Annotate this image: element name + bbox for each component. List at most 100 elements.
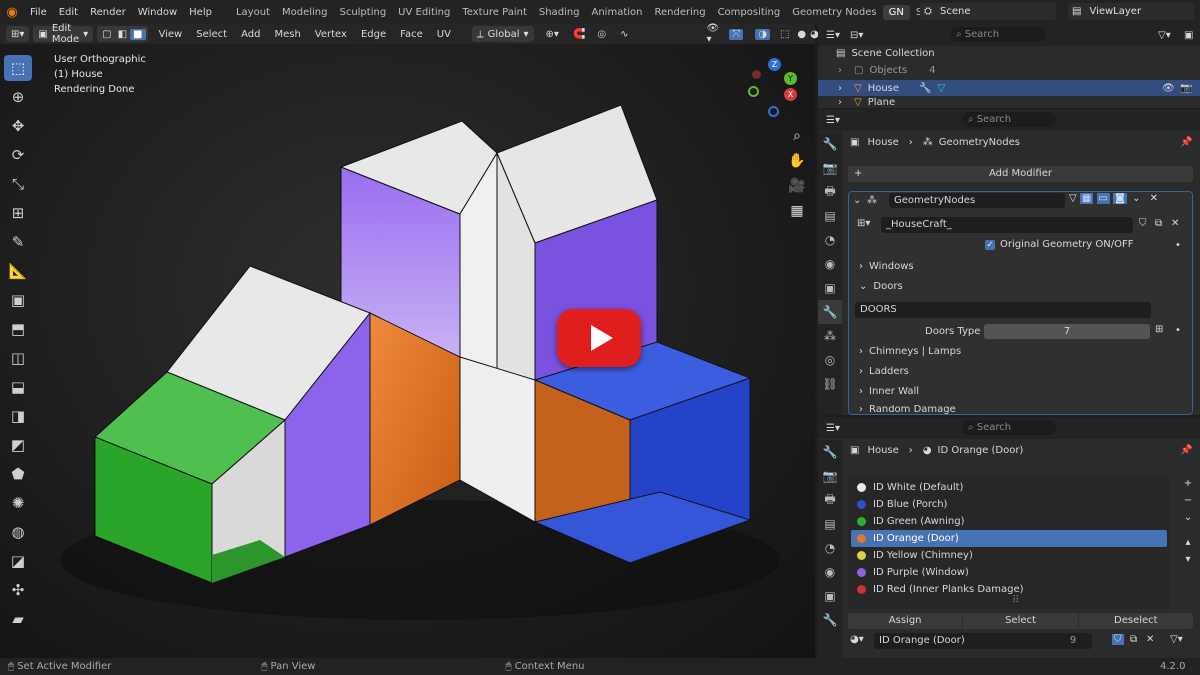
collapse-icon[interactable]: ⌄ — [853, 195, 861, 206]
shear-icon[interactable]: ▰ — [4, 606, 32, 632]
slot-link-icon[interactable]: ▽▾ — [1170, 634, 1183, 645]
cursor-icon[interactable]: ⊕ — [4, 84, 32, 110]
particles-tab-icon[interactable]: ⁂ — [818, 324, 842, 348]
material-slot[interactable]: ID Yellow (Chimney) — [851, 547, 1167, 564]
scene-tab-icon[interactable]: ◔ — [818, 228, 842, 252]
menu-view[interactable]: View — [152, 29, 190, 40]
navigation-gizmo[interactable]: Z Y X — [744, 56, 808, 120]
inset-icon[interactable]: ◫ — [4, 345, 32, 371]
bevel-icon[interactable]: ⬓ — [4, 374, 32, 400]
xray-icon[interactable]: ⬚ — [780, 29, 789, 40]
tab-rendering[interactable]: Rendering — [648, 7, 711, 18]
render-tab-icon[interactable]: 📷 — [818, 156, 842, 180]
select-box-icon[interactable]: ⬚ — [4, 55, 32, 81]
output-tab-icon[interactable]: 🖶 — [818, 488, 842, 512]
editor-type-button[interactable]: ⊞▾ — [6, 26, 30, 42]
world-tab-icon[interactable]: ◉ — [818, 252, 842, 276]
node-group-type-icon[interactable]: ⊞▾ — [857, 218, 870, 229]
keyframe-dot-icon[interactable]: • — [1175, 240, 1181, 251]
add-modifier-button[interactable]: + Add Modifier — [848, 166, 1193, 182]
vertex-select-icon[interactable]: ▢ — [99, 29, 114, 40]
shrink-fatten-icon[interactable]: ✣ — [4, 577, 32, 603]
camera-icon[interactable]: 📷 — [1180, 83, 1192, 94]
material-users[interactable]: 9 — [1054, 633, 1092, 649]
remove-modifier-icon[interactable]: ✕ — [1150, 193, 1158, 204]
node-socket-icon[interactable]: ⊞ — [1155, 324, 1163, 335]
menu-select[interactable]: Select — [189, 29, 234, 40]
filter-icon[interactable]: ▽▾ — [1158, 30, 1171, 41]
menu-uv[interactable]: UV — [430, 29, 458, 40]
properties-search[interactable]: ⌕ Search — [962, 112, 1056, 127]
constraints-tab-icon[interactable]: ⛓ — [818, 372, 842, 396]
section-inner-wall[interactable]: › Inner Wall — [859, 386, 919, 397]
new-collection-icon[interactable]: ▣ — [1184, 30, 1193, 41]
render-toggle-icon[interactable]: ◙ — [1113, 193, 1127, 204]
gizmo-toggle-icon[interactable]: ⤧ — [729, 28, 744, 40]
modifier-tab-icon[interactable]: 🔧 — [818, 608, 842, 632]
viewport-toggle-icon[interactable]: ▭ — [1096, 193, 1110, 204]
tab-sculpting[interactable]: Sculpting — [333, 7, 392, 18]
assign-button[interactable]: Assign — [848, 613, 963, 629]
material-slot[interactable]: ID White (Default) — [851, 479, 1167, 496]
modifier-name-field[interactable]: GeometryNodes — [889, 193, 1065, 208]
scale-icon[interactable]: ⤡ — [4, 171, 32, 197]
fake-user-icon[interactable]: ⛉ — [1139, 218, 1147, 229]
tab-animation[interactable]: Animation — [586, 7, 649, 18]
material-browse-icon[interactable]: ◕▾ — [850, 634, 864, 645]
menu-render[interactable]: Render — [84, 7, 132, 18]
camera-view-icon[interactable]: 🎥 — [787, 174, 807, 199]
material-slot-selected[interactable]: ID Orange (Door) — [851, 530, 1167, 547]
section-doors[interactable]: ⌄ Doors — [859, 281, 903, 292]
overlay-toggle-icon[interactable]: ◑ — [755, 28, 770, 40]
duplicate-material-icon[interactable]: ⧉ — [1130, 634, 1137, 645]
shading-solid-icon[interactable]: ● — [797, 29, 806, 40]
select-button[interactable]: Select — [963, 613, 1078, 629]
outliner-item-plane[interactable]: › ▽ Plane — [838, 97, 895, 108]
extrude-icon[interactable]: ⬒ — [4, 316, 32, 342]
tab-layout[interactable]: Layout — [230, 7, 276, 18]
fake-user-icon[interactable]: ⛉ — [1112, 634, 1124, 645]
spin-icon[interactable]: ✺ — [4, 490, 32, 516]
doors-keyframe-icon[interactable]: • — [1175, 325, 1181, 336]
smooth-icon[interactable]: ◍ — [4, 519, 32, 545]
pin-icon[interactable]: 📌 — [1180, 445, 1192, 456]
material-slot[interactable]: ID Purple (Window) — [851, 564, 1167, 581]
tab-shading[interactable]: Shading — [533, 7, 586, 18]
neg-x-axis-icon[interactable] — [752, 70, 761, 79]
pivot-icon[interactable]: ⊕▾ — [546, 29, 559, 40]
rotate-icon[interactable]: ⟳ — [4, 142, 32, 168]
neg-z-axis-icon[interactable] — [768, 106, 779, 117]
edit-mode-toggle-icon[interactable]: ▽ — [1069, 193, 1077, 204]
move-icon[interactable]: ✥ — [4, 113, 32, 139]
modifier-tab-icon[interactable]: 🔧 — [818, 300, 842, 324]
node-group-field[interactable]: _HouseCraft_ — [881, 217, 1133, 233]
slot-specials-icon[interactable]: ⌄ — [1180, 509, 1196, 526]
original-geometry-toggle[interactable]: ✓ Original Geometry ON/OFF — [985, 239, 1133, 250]
loop-cut-icon[interactable]: ◨ — [4, 403, 32, 429]
tab-modeling[interactable]: Modeling — [276, 7, 334, 18]
remove-slot-icon[interactable]: − — [1180, 492, 1196, 509]
3d-viewport[interactable]: User Orthographic (1) House Rendering Do… — [0, 44, 815, 658]
menu-file[interactable]: File — [24, 7, 53, 18]
menu-face[interactable]: Face — [393, 29, 430, 40]
youtube-play-button[interactable] — [557, 309, 641, 367]
scene-selector[interactable]: ⛭ Scene — [920, 3, 1056, 20]
duplicate-icon[interactable]: ⧉ — [1155, 218, 1162, 229]
unlink-icon[interactable]: ✕ — [1171, 218, 1179, 229]
outliner-editor-icon[interactable]: ☰▾ — [826, 30, 840, 41]
section-random-damage[interactable]: › Random Damage — [859, 405, 956, 414]
outliner-item-objects[interactable]: › ▢ Objects 4 — [838, 65, 936, 76]
snap-icon[interactable]: 🧲 — [573, 29, 585, 40]
checkbox-icon[interactable]: ✓ — [985, 239, 995, 250]
menu-window[interactable]: Window — [132, 7, 183, 18]
move-up-icon[interactable]: ▴ — [1180, 534, 1196, 551]
menu-mesh[interactable]: Mesh — [267, 29, 307, 40]
cage-toggle-icon[interactable]: ▦ — [1079, 193, 1094, 204]
doors-type-slider[interactable]: 7 — [984, 324, 1150, 339]
mode-dropdown[interactable]: ▣ Edit Mode ▾ — [33, 23, 94, 45]
tab-compositing[interactable]: Compositing — [712, 7, 787, 18]
move-down-icon[interactable]: ▾ — [1180, 551, 1196, 568]
ortho-grid-icon[interactable]: ▦ — [787, 199, 807, 224]
render-tab-icon[interactable]: 📷 — [818, 464, 842, 488]
tab-gn[interactable]: GN — [882, 4, 910, 20]
